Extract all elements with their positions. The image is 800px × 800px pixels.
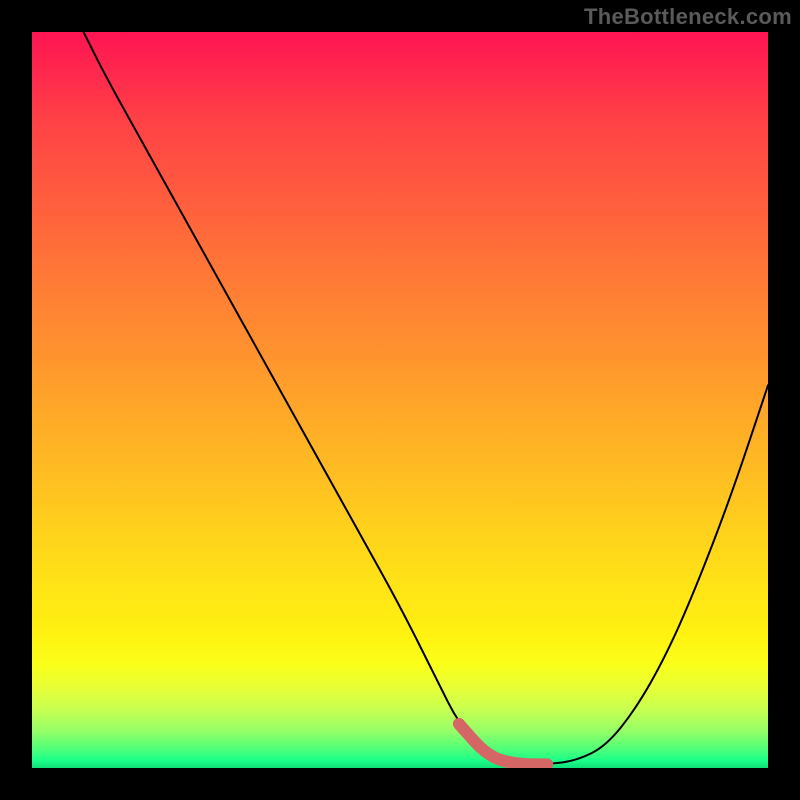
- curve-minimum-accent: [459, 724, 547, 764]
- watermark-text: TheBottleneck.com: [584, 4, 792, 30]
- plot-area: [32, 32, 768, 768]
- bottleneck-curve: [84, 32, 768, 764]
- chart-frame: TheBottleneck.com: [0, 0, 800, 800]
- plot-svg: [32, 32, 768, 768]
